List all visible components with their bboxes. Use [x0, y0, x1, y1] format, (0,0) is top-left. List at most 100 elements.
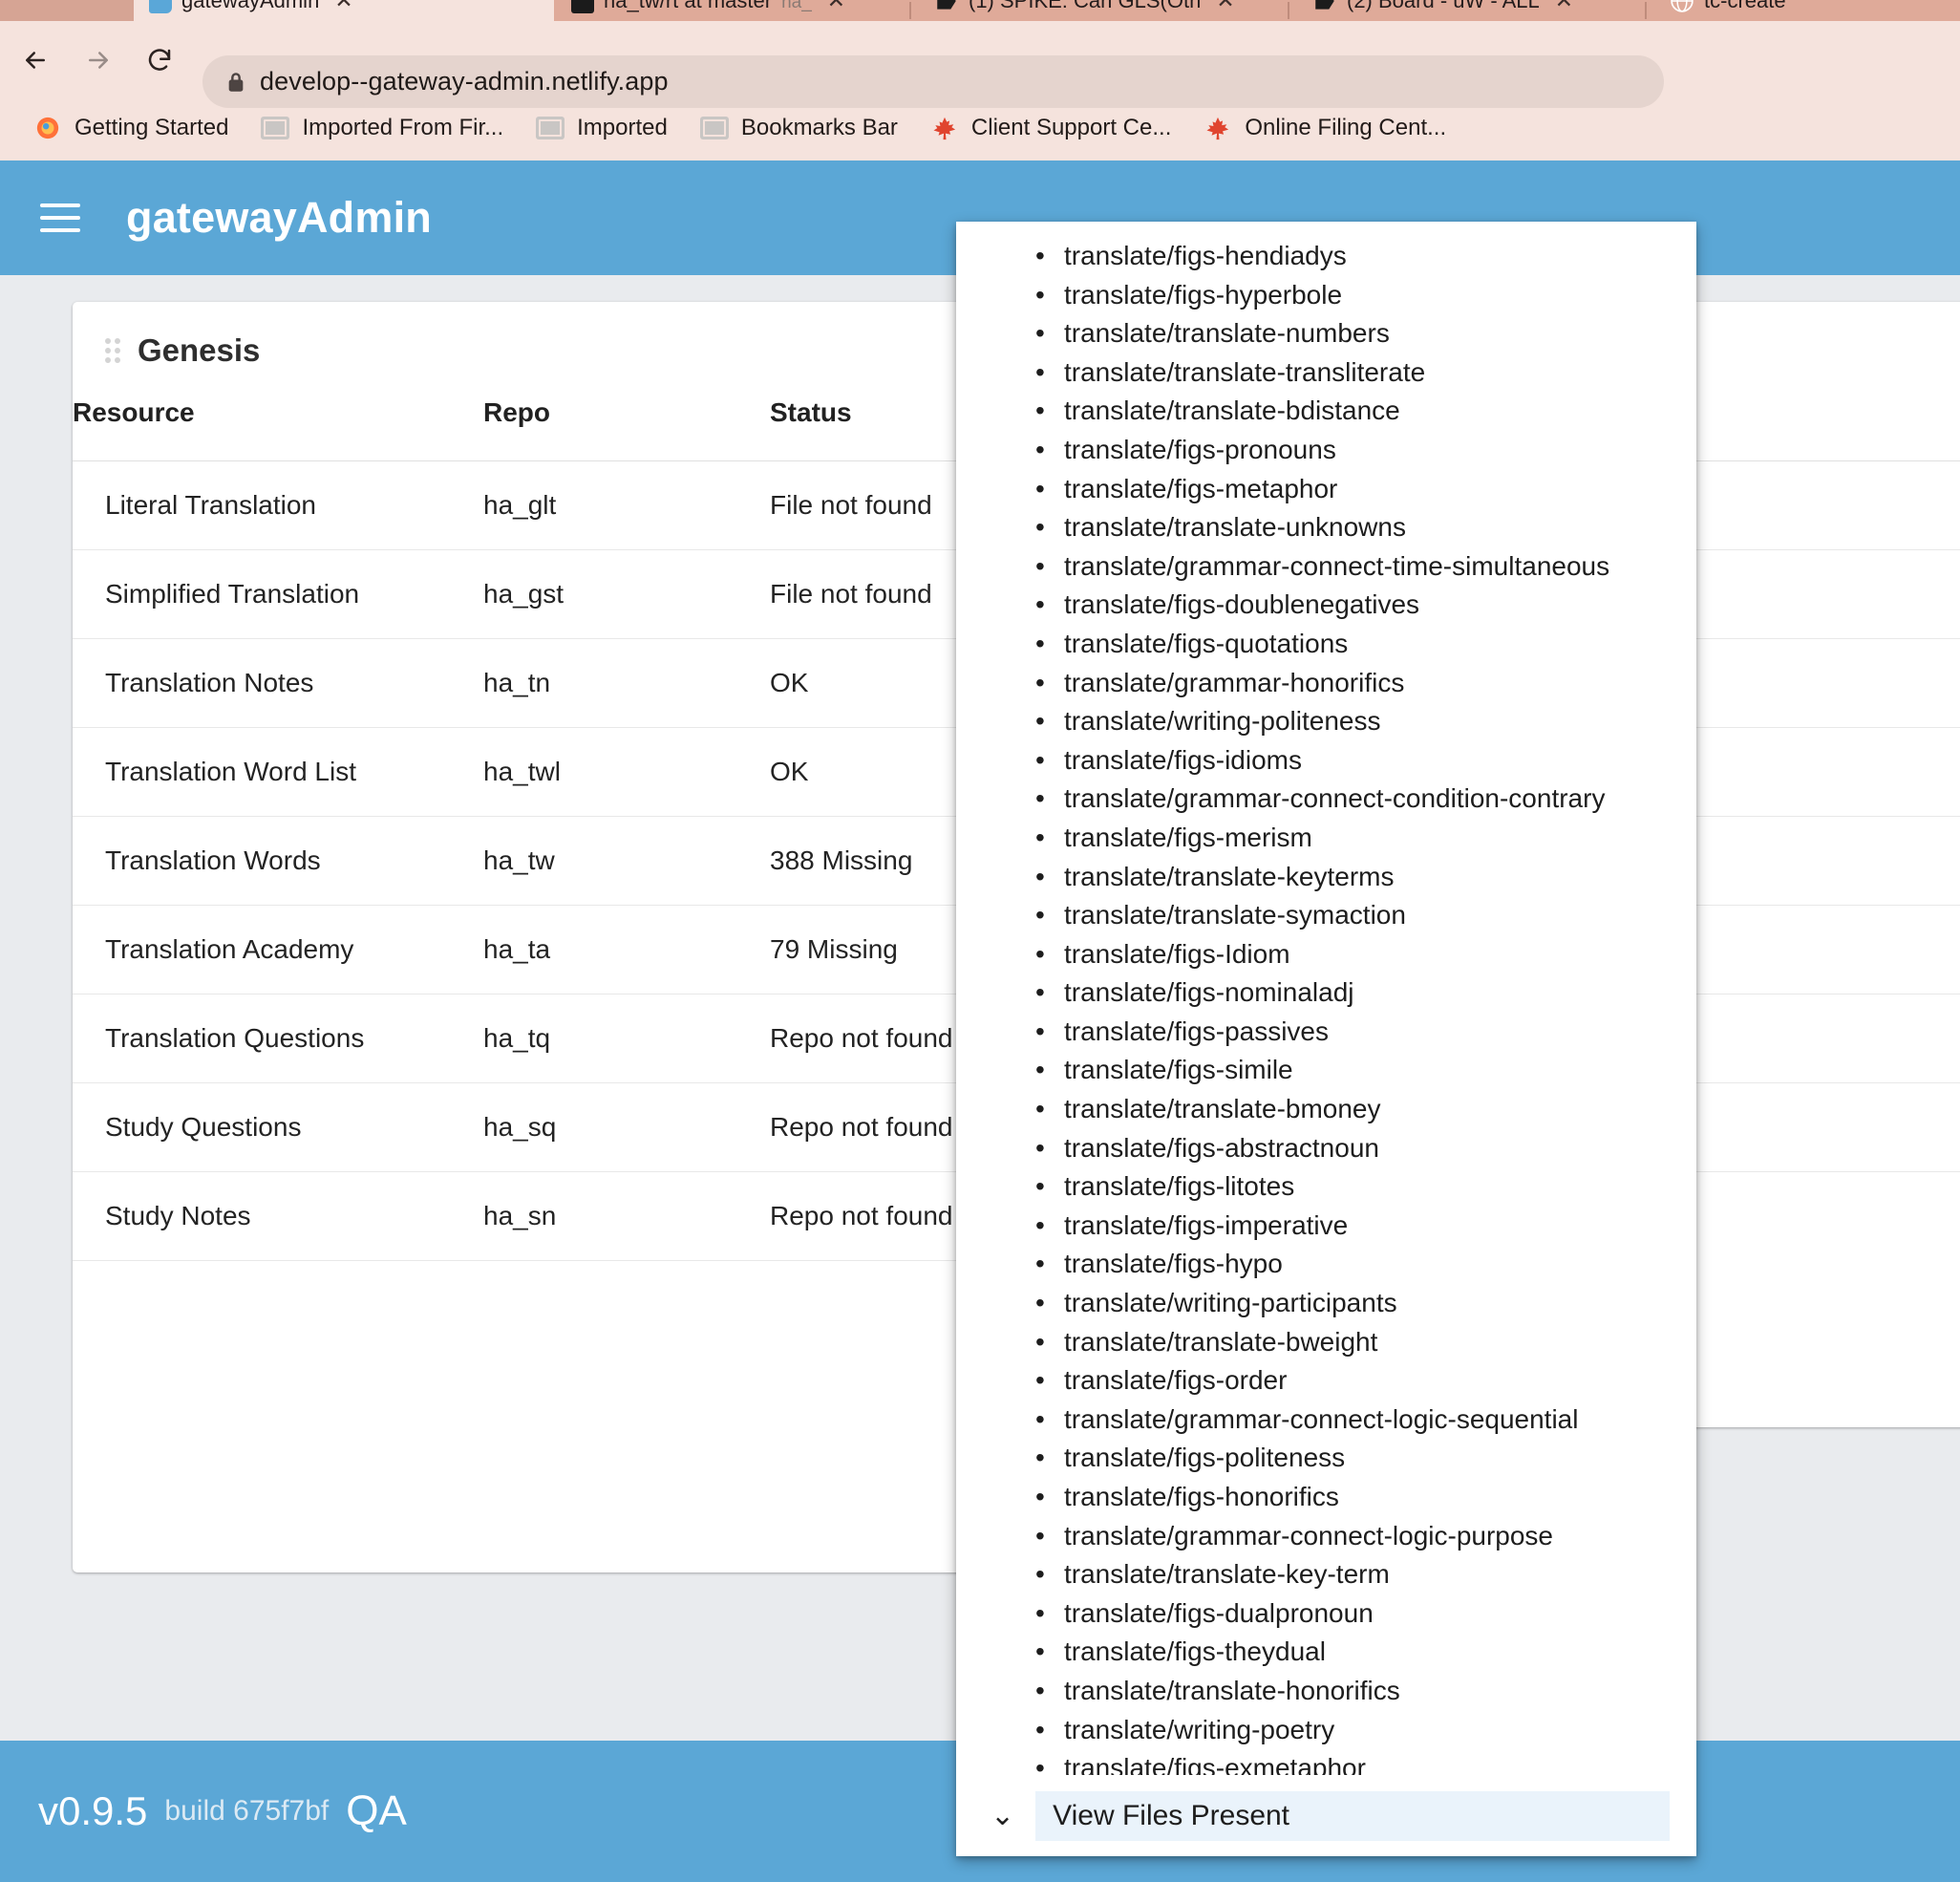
tab-strip: gatewayAdmin ✕ ha_tw/rt at master ha_ ✕ … [0, 0, 1960, 21]
app-build: build 675f7bf [164, 1795, 330, 1827]
bookmark-bookmarks-bar[interactable]: Bookmarks Bar [684, 106, 914, 150]
cell-repo: ha_tw [483, 816, 770, 906]
list-item: translate/figs-hypo [956, 1245, 1696, 1284]
list-item: translate/figs-doublenegatives [956, 586, 1696, 625]
list-item: translate/grammar-connect-logic-purpose [956, 1517, 1696, 1556]
browser-tab-ha-tw[interactable]: ha_tw/rt at master ha_ ✕ [556, 0, 900, 21]
browser-tab-tc-create[interactable]: tc-create [1654, 0, 1960, 21]
cell-resource: Simplified Translation [73, 549, 483, 639]
files-missing-popup: translate/figs-hendiadystranslate/figs-h… [956, 222, 1696, 1856]
cell-resource: Translation Questions [73, 994, 483, 1083]
browser-tab-board[interactable]: (2) Board - uW - ALL ✕ [1297, 0, 1631, 21]
app-environment: QA [346, 1787, 407, 1834]
cell-repo: ha_twl [483, 727, 770, 817]
page-title: gatewayAdmin [126, 193, 432, 242]
forward-button[interactable] [84, 46, 113, 75]
list-item: translate/figs-passives [956, 1013, 1696, 1052]
folder-icon [261, 117, 290, 139]
tab-divider [1288, 2, 1289, 19]
list-item: translate/figs-metaphor [956, 470, 1696, 509]
list-item: translate/figs-theydual [956, 1633, 1696, 1672]
browser-tab-spike[interactable]: (1) SPIKE: Can GLS(Oth ✕ [919, 0, 1282, 21]
list-item: translate/figs-abstractnoun [956, 1129, 1696, 1168]
tab-divider [909, 2, 911, 19]
app-version: v0.9.5 [38, 1788, 148, 1833]
list-item: translate/figs-simile [956, 1051, 1696, 1090]
cell-resource: Study Notes [73, 1171, 483, 1261]
close-icon[interactable]: ✕ [334, 0, 352, 13]
list-item: translate/writing-poetry [956, 1711, 1696, 1750]
firefox-icon [36, 117, 59, 139]
list-item: translate/translate-bdistance [956, 392, 1696, 431]
list-item: translate/writing-participants [956, 1284, 1696, 1323]
list-item: translate/translate-keyterms [956, 858, 1696, 897]
browser-tab-title: gatewayAdmin [181, 0, 320, 12]
list-item: translate/translate-transliterate [956, 353, 1696, 393]
zoom-favicon [1315, 0, 1334, 10]
bookmark-client-support-centre[interactable]: Client Support Ce... [914, 106, 1187, 150]
folder-icon [699, 117, 729, 139]
list-item: translate/figs-hyperbole [956, 276, 1696, 315]
bookmark-label: Imported From Fir... [302, 115, 504, 140]
tab-divider [1645, 2, 1647, 19]
list-item: translate/figs-exmetaphor [956, 1749, 1696, 1775]
cell-resource: Translation Words [73, 816, 483, 906]
list-item: translate/figs-honorifics [956, 1478, 1696, 1517]
maple-leaf-icon [1206, 117, 1229, 140]
drag-handle-icon[interactable] [105, 338, 120, 363]
list-item: translate/figs-quotations [956, 625, 1696, 664]
missing-files-list[interactable]: translate/figs-hendiadystranslate/figs-h… [956, 222, 1696, 1775]
list-item: translate/grammar-connect-logic-sequenti… [956, 1401, 1696, 1440]
close-icon[interactable]: ✕ [1555, 0, 1573, 13]
reload-button[interactable] [145, 46, 174, 75]
list-item: translate/figs-dualpronoun [956, 1594, 1696, 1634]
browser-tab-pinned[interactable] [0, 0, 134, 21]
browser-tab-title: (1) SPIKE: Can GLS(Oth [969, 0, 1202, 12]
bookmark-label: Client Support Ce... [970, 115, 1172, 140]
list-item: translate/translate-numbers [956, 314, 1696, 353]
cell-resource: Literal Translation [73, 460, 483, 550]
zoom-favicon [937, 0, 956, 10]
cell-repo: ha_tn [483, 638, 770, 728]
view-files-present-label[interactable]: View Files Present [1035, 1790, 1670, 1841]
bookmark-label: Getting Started [75, 115, 229, 140]
list-item: translate/translate-key-term [956, 1555, 1696, 1594]
bookmark-getting-started[interactable]: Getting Started [17, 106, 245, 150]
list-item: translate/figs-order [956, 1361, 1696, 1401]
cell-repo: ha_sq [483, 1082, 770, 1172]
github-favicon [571, 0, 594, 13]
cell-repo: ha_sn [483, 1171, 770, 1261]
close-icon[interactable]: ✕ [1216, 0, 1234, 13]
bookmark-imported-from-firefox[interactable]: Imported From Fir... [245, 106, 520, 150]
cell-resource: Translation Academy [73, 905, 483, 994]
gateway-admin-favicon [149, 0, 172, 13]
close-icon[interactable]: ✕ [827, 0, 845, 13]
list-item: translate/figs-imperative [956, 1207, 1696, 1246]
bookmarks-bar: Getting Started Imported From Fir... Imp… [0, 96, 1960, 160]
bookmark-imported[interactable]: Imported [520, 106, 684, 150]
cell-resource: Translation Notes [73, 638, 483, 728]
browser-toolbar: develop--gateway-admin.netlify.app [0, 21, 1960, 108]
bookmark-label: Online Filing Cent... [1245, 115, 1447, 140]
card-title: Genesis [138, 332, 261, 368]
address-bar-url: develop--gateway-admin.netlify.app [260, 67, 669, 96]
cell-resource: Study Questions [73, 1082, 483, 1172]
list-item: translate/translate-symaction [956, 896, 1696, 935]
list-item: translate/figs-merism [956, 819, 1696, 858]
list-item: translate/writing-politeness [956, 702, 1696, 741]
list-item: translate/figs-politeness [956, 1439, 1696, 1478]
chevron-down-icon[interactable]: ⌄ [991, 1801, 1014, 1830]
cell-repo: ha_glt [483, 460, 770, 550]
list-item: translate/grammar-honorifics [956, 664, 1696, 703]
column-header-repo[interactable]: Repo [483, 390, 770, 461]
bookmark-online-filing-centre[interactable]: Online Filing Cent... [1187, 106, 1462, 150]
hamburger-menu-icon[interactable] [40, 203, 80, 232]
list-item: translate/translate-bweight [956, 1323, 1696, 1362]
back-button[interactable] [21, 46, 50, 75]
view-files-present-row[interactable]: ⌄ View Files Present [956, 1775, 1696, 1856]
list-item: translate/figs-idioms [956, 741, 1696, 781]
browser-tab-gateway-admin[interactable]: gatewayAdmin ✕ [134, 0, 554, 21]
column-header-resource[interactable]: Resource [73, 390, 483, 461]
cell-repo: ha_gst [483, 549, 770, 639]
list-item: translate/translate-unknowns [956, 508, 1696, 547]
